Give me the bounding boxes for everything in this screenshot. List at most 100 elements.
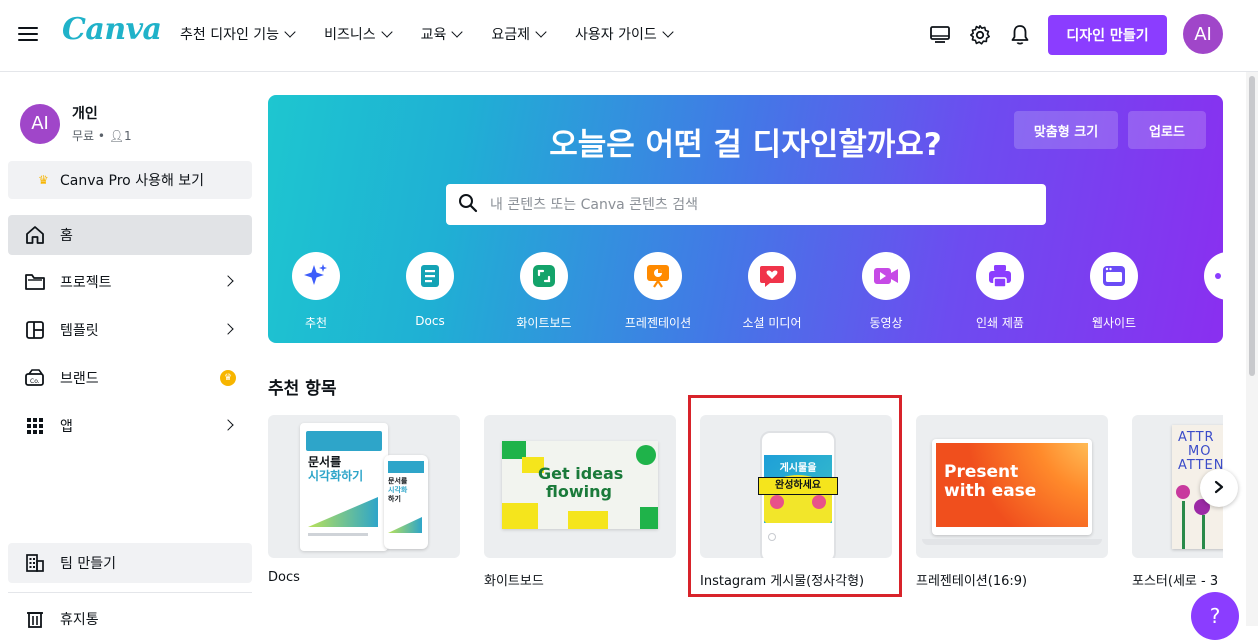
category-social-media[interactable]: 소셜 미디어	[717, 252, 827, 331]
sidebar-item-label: 앱	[60, 419, 73, 435]
category-label: 더	[1173, 314, 1223, 331]
home-icon	[24, 224, 46, 246]
category-label: 소셜 미디어	[742, 316, 802, 330]
section-title: 추천 항목	[268, 379, 337, 399]
thumb-text: Get ideas	[538, 464, 624, 483]
create-team-button[interactable]: 팀 만들기	[8, 543, 252, 583]
sidebar-item-templates[interactable]: 템플릿	[8, 310, 252, 350]
help-button[interactable]: ?	[1191, 592, 1239, 640]
nav-label: 교육	[420, 27, 447, 43]
search-input[interactable]	[490, 196, 1030, 213]
card-thumbnail: Present with ease	[916, 415, 1108, 558]
carousel-next-button[interactable]	[1200, 469, 1238, 507]
category-label: 동영상	[869, 316, 903, 330]
category-label: 화이트보드	[516, 316, 572, 330]
category-video[interactable]: 동영상	[831, 252, 941, 331]
card-label: 프레젠테이션(16:9)	[916, 574, 1028, 589]
video-icon	[862, 252, 910, 300]
nav-business[interactable]: 비즈니스	[324, 24, 393, 44]
menu-icon[interactable]	[18, 24, 38, 44]
sidebar-item-label: 템플릿	[60, 323, 99, 339]
category-website[interactable]: 웹사이트	[1059, 252, 1169, 331]
sidebar: AI 개인 무료 • 👤︎1 ♛ Canva Pro 사용해 보기 홈 프로젝트…	[0, 72, 262, 628]
chevron-down-icon	[284, 25, 296, 38]
hero-banner: 오늘은 어떤 걸 디자인할까요? 맞춤형 크기 업로드 추천 Docs 화이트보…	[268, 95, 1223, 343]
category-docs[interactable]: Docs	[375, 252, 485, 328]
thumb-text: flowing	[546, 482, 612, 501]
nav-pricing[interactable]: 요금제	[491, 24, 547, 44]
category-label: 추천	[304, 316, 328, 330]
card-label: 화이트보드	[484, 574, 544, 589]
sidebar-item-apps[interactable]: 앱	[8, 406, 252, 446]
trash-icon	[24, 608, 46, 630]
nav-label: 사용자 가이드	[575, 27, 657, 43]
card-thumbnail: Get ideas flowing	[484, 415, 676, 558]
chevron-down-icon	[535, 25, 547, 38]
chevron-right-icon	[222, 275, 234, 287]
try-pro-label: Canva Pro 사용해 보기	[60, 173, 205, 189]
docs-icon	[406, 252, 454, 300]
notification-bell-icon[interactable]	[1007, 22, 1033, 48]
category-print[interactable]: 인쇄 제품	[945, 252, 1055, 331]
whiteboard-icon	[520, 252, 568, 300]
thumb-text: 문서를	[308, 455, 342, 469]
apps-grid-icon	[24, 415, 46, 437]
card-label: 포스터(세로 - 3	[1132, 574, 1219, 589]
top-nav: 추천 디자인 기능 비즈니스 교육 요금제 사용자 가이드	[180, 24, 702, 44]
thumb-text: 시각화하기	[308, 469, 364, 483]
desktop-app-icon[interactable]	[927, 22, 953, 48]
sidebar-item-home[interactable]: 홈	[8, 215, 252, 255]
canva-logo[interactable]: Canva	[62, 12, 162, 47]
create-design-button[interactable]: 디자인 만들기	[1048, 15, 1167, 55]
custom-size-button[interactable]: 맞춤형 크기	[1014, 111, 1118, 149]
thumb-text: 하기	[388, 495, 401, 503]
divider	[8, 592, 252, 593]
scrollbar-thumb[interactable]	[1249, 76, 1255, 376]
chevron-right-icon	[222, 323, 234, 335]
nav-education[interactable]: 교육	[420, 24, 464, 44]
category-label: 웹사이트	[1091, 316, 1137, 330]
profile-name: 개인	[72, 106, 98, 122]
thumb-text: with ease	[944, 481, 1037, 501]
crown-icon: ♛	[38, 173, 49, 187]
brand-icon: Co.	[24, 367, 46, 389]
building-icon	[24, 552, 46, 574]
upload-button[interactable]: 업로드	[1128, 111, 1206, 149]
settings-gear-icon[interactable]	[967, 22, 993, 48]
category-more[interactable]: 더	[1173, 252, 1223, 331]
category-label: Docs	[415, 314, 445, 328]
category-featured[interactable]: 추천	[268, 252, 371, 331]
chevron-down-icon	[662, 25, 674, 38]
page-scrollbar[interactable]	[1246, 72, 1258, 626]
card-thumbnail: 문서를 시각화하기 문서를 시각화 하기	[268, 415, 460, 558]
category-whiteboard[interactable]: 화이트보드	[489, 252, 599, 331]
design-card-whiteboard[interactable]: Get ideas flowing 화이트보드	[484, 415, 676, 589]
nav-label: 추천 디자인 기능	[180, 27, 280, 43]
crown-icon: ♛	[220, 370, 236, 386]
nav-guide[interactable]: 사용자 가이드	[575, 24, 674, 44]
profile-switcher[interactable]: AI 개인 무료 • 👤︎1	[20, 103, 132, 144]
sidebar-item-trash[interactable]: 휴지통	[8, 599, 252, 639]
website-icon	[1090, 252, 1138, 300]
sidebar-item-brand[interactable]: Co. 브랜드 ♛	[8, 358, 252, 398]
heart-chat-icon	[748, 252, 796, 300]
thumb-text: ATTR	[1178, 430, 1215, 445]
template-icon	[24, 319, 46, 341]
profile-plan: 무료	[72, 129, 95, 143]
create-team-label: 팀 만들기	[60, 556, 116, 572]
avatar[interactable]: AI	[1183, 14, 1223, 54]
category-label: 프레젠테이션	[624, 316, 692, 330]
thumb-text: 문서를	[388, 477, 408, 485]
search-bar[interactable]	[446, 184, 1046, 225]
sidebar-item-label: 휴지통	[60, 612, 99, 628]
more-dots-icon	[1204, 252, 1223, 300]
chevron-right-icon	[1213, 479, 1225, 498]
nav-featured[interactable]: 추천 디자인 기능	[180, 24, 296, 44]
category-presentation[interactable]: 프레젠테이션	[603, 252, 713, 331]
design-card-presentation[interactable]: Present with ease 프레젠테이션(16:9)	[916, 415, 1108, 589]
try-pro-button[interactable]: ♛ Canva Pro 사용해 보기	[8, 161, 252, 199]
question-icon: ?	[1209, 604, 1221, 628]
chevron-down-icon	[380, 25, 393, 38]
design-card-docs[interactable]: 문서를 시각화하기 문서를 시각화 하기 Docs	[268, 415, 460, 585]
sidebar-item-projects[interactable]: 프로젝트	[8, 262, 252, 302]
